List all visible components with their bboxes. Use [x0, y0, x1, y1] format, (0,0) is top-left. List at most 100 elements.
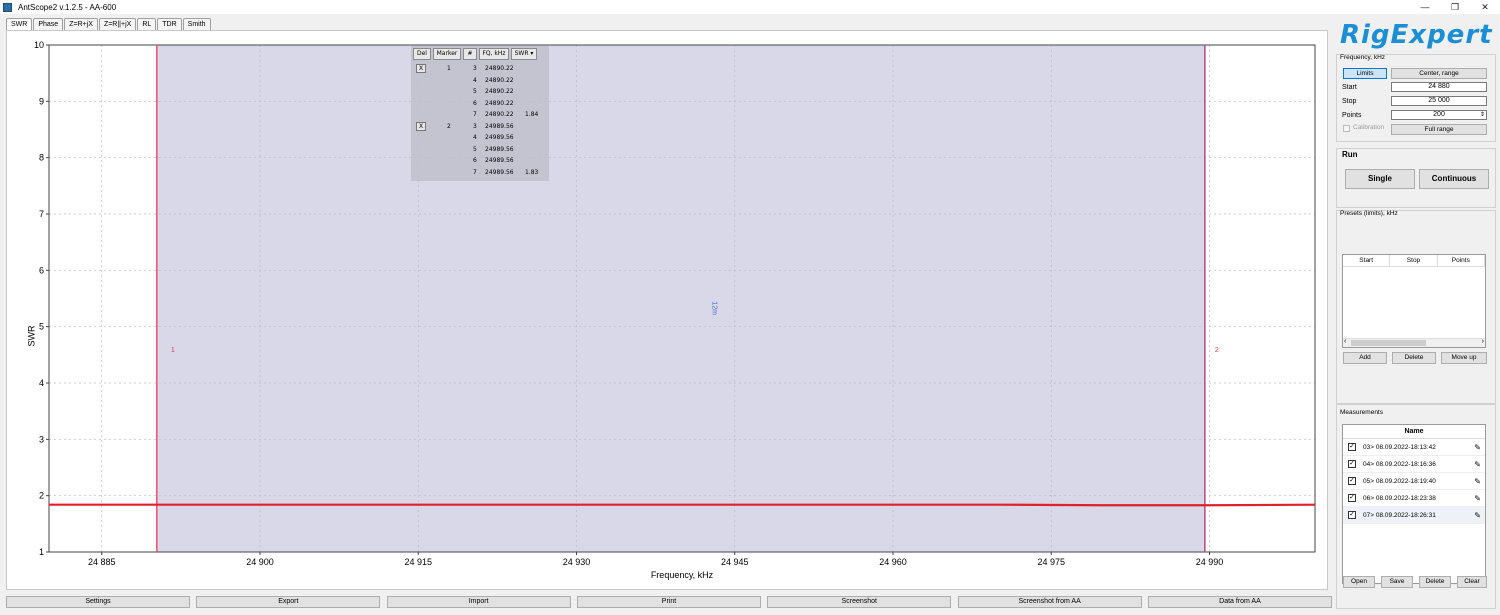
- marker-table-row: 6 24890.22: [411, 98, 549, 109]
- band-region: [156, 45, 1205, 552]
- tab-z-series[interactable]: Z=R+jX: [64, 18, 98, 30]
- preset-add-button[interactable]: Add: [1343, 352, 1387, 364]
- measurement-checkbox[interactable]: ✓: [1348, 511, 1356, 519]
- measurement-delete-button[interactable]: Delete: [1419, 576, 1451, 588]
- calibration-checkbox[interactable]: [1343, 125, 1350, 132]
- full-range-button[interactable]: Full range: [1391, 124, 1487, 135]
- col-fq[interactable]: FQ, kHz: [479, 48, 509, 60]
- edit-pencil-icon[interactable]: ✎: [1474, 507, 1481, 524]
- x-tick-label: 24 945: [721, 557, 749, 567]
- y-tick-label: 5: [39, 322, 44, 332]
- marker-row-index: 6: [473, 157, 477, 164]
- measurement-item[interactable]: ✓ 03> 08.09.2022-18:13:42 ✎: [1343, 439, 1485, 456]
- measurement-clear-button[interactable]: Clear: [1457, 576, 1487, 588]
- measurement-item[interactable]: ✓ 07> 08.09.2022-18:26:31 ✎: [1343, 507, 1485, 524]
- y-tick-label: 2: [39, 491, 44, 501]
- marker-frequency: 24989.56: [485, 122, 514, 130]
- measurement-item[interactable]: ✓ 04> 08.09.2022-18:16:36 ✎: [1343, 456, 1485, 473]
- single-button[interactable]: Single: [1345, 169, 1415, 189]
- measurements-list[interactable]: Name ✓ 03> 08.09.2022-18:13:42 ✎ ✓ 04> 08.09…: [1342, 424, 1486, 584]
- marker-table-row: X 2 3 24989.56: [411, 121, 549, 132]
- presets-horizontal-scrollbar[interactable]: ‹ ›: [1343, 338, 1485, 347]
- print-button[interactable]: Print: [576, 596, 761, 608]
- stop-input[interactable]: 25 000: [1391, 96, 1487, 106]
- measurement-open-button[interactable]: Open: [1343, 576, 1375, 588]
- measurement-name: 03> 08.09.2022-18:13:42: [1363, 444, 1436, 451]
- measurement-item[interactable]: ✓ 06> 08.09.2022-18:23:38 ✎: [1343, 490, 1485, 507]
- measurements-group-label: Measurements: [1340, 409, 1383, 416]
- marker-table-row: 7 24890.22 1.84: [411, 109, 549, 120]
- edit-pencil-icon[interactable]: ✎: [1474, 473, 1481, 490]
- measurement-checkbox[interactable]: ✓: [1348, 477, 1356, 485]
- tab-tdr[interactable]: TDR: [157, 18, 182, 30]
- y-tick-label: 8: [39, 153, 44, 163]
- col-marker[interactable]: Marker: [433, 48, 461, 60]
- tab-swr[interactable]: SWR: [6, 18, 33, 30]
- scroll-left-icon[interactable]: ‹: [1344, 338, 1346, 345]
- marker-table-row: 5 24890.22: [411, 86, 549, 97]
- points-spinbox[interactable]: 200 ⇕: [1391, 110, 1487, 120]
- settings-button[interactable]: Settings: [6, 596, 190, 608]
- tab-phase[interactable]: Phase: [33, 18, 64, 30]
- marker-frequency: 24890.22: [485, 99, 514, 107]
- preset-move-up-button[interactable]: Move up: [1441, 352, 1487, 364]
- y-tick-label: 10: [34, 40, 44, 50]
- x-tick-label: 24 885: [88, 557, 116, 567]
- tab-smith[interactable]: Smith: [182, 18, 211, 30]
- spin-arrows-icon[interactable]: ⇕: [1480, 111, 1485, 119]
- swr-chart[interactable]: 1 2 3 4 5 6 7 8 9 10 24 885 24 900 24 915 24 930 24 94…: [7, 31, 1327, 589]
- preset-delete-button[interactable]: Delete: [1392, 352, 1436, 364]
- data-from-aa-button[interactable]: Data from AA: [1147, 596, 1332, 608]
- limits-button[interactable]: Limits: [1343, 68, 1387, 79]
- scroll-thumb[interactable]: [1351, 340, 1426, 346]
- delete-marker-button[interactable]: X: [416, 121, 426, 131]
- measurement-item[interactable]: ✓ 05> 08.09.2022-18:19:40 ✎: [1343, 473, 1485, 490]
- y-tick-label: 7: [39, 209, 44, 219]
- presets-col-points[interactable]: Points: [1438, 255, 1485, 266]
- marker-row-index: 7: [473, 168, 477, 176]
- maximize-button[interactable]: ❐: [1440, 0, 1470, 14]
- presets-col-stop[interactable]: Stop: [1390, 255, 1438, 266]
- screenshot-button[interactable]: Screenshot: [767, 596, 952, 608]
- measurement-name: 04> 08.09.2022-18:16:36: [1363, 461, 1436, 468]
- col-swr-select[interactable]: SWR ▾: [511, 48, 537, 60]
- measurements-col-name[interactable]: Name: [1343, 425, 1485, 439]
- edit-pencil-icon[interactable]: ✎: [1474, 490, 1481, 507]
- bottom-toolbar: Settings Export Import Print Screenshot …: [6, 596, 1332, 608]
- y-tick-label: 3: [39, 434, 44, 444]
- screenshot-from-aa-button[interactable]: Screenshot from AA: [957, 596, 1142, 608]
- start-input[interactable]: 24 880: [1391, 82, 1487, 92]
- col-del[interactable]: Del: [413, 48, 431, 60]
- delete-marker-button[interactable]: X: [416, 64, 426, 73]
- marker-row-index: 4: [473, 134, 477, 141]
- import-button[interactable]: Import: [386, 596, 571, 608]
- marker-frequency: 24890.22: [485, 111, 514, 118]
- marker-table[interactable]: Del Marker # FQ, kHz SWR ▾ X 1 3 24890.22 4 2…: [411, 46, 549, 181]
- measurement-checkbox[interactable]: ✓: [1348, 443, 1356, 451]
- export-button[interactable]: Export: [196, 596, 381, 608]
- tab-rl[interactable]: RL: [137, 18, 157, 30]
- measurement-save-button[interactable]: Save: [1381, 576, 1413, 588]
- marker-table-row: X 1 3 24890.22: [411, 63, 549, 74]
- edit-pencil-icon[interactable]: ✎: [1474, 439, 1481, 456]
- edit-pencil-icon[interactable]: ✎: [1474, 456, 1481, 473]
- scroll-right-icon[interactable]: ›: [1482, 338, 1484, 345]
- continuous-button[interactable]: Continuous: [1419, 169, 1489, 189]
- presets-list[interactable]: Start Stop Points ‹ ›: [1342, 254, 1486, 348]
- measurement-checkbox[interactable]: ✓: [1348, 460, 1356, 468]
- swr-chart-area[interactable]: 1 2 3 4 5 6 7 8 9 10 24 885 24 900 24 915 24 930 24 94…: [6, 30, 1328, 590]
- presets-col-start[interactable]: Start: [1343, 255, 1391, 266]
- x-tick-label: 24 930: [563, 557, 591, 567]
- tab-z-parallel[interactable]: Z=R||+jX: [98, 18, 137, 30]
- measurement-checkbox[interactable]: ✓: [1348, 494, 1356, 502]
- col-num[interactable]: #: [463, 48, 477, 60]
- center-range-button[interactable]: Center, range: [1391, 68, 1487, 79]
- points-value: 200: [1433, 111, 1445, 118]
- close-button[interactable]: ✕: [1470, 0, 1500, 14]
- minimize-button[interactable]: —: [1410, 0, 1440, 14]
- marker-row-index: 5: [473, 88, 477, 95]
- points-label: Points: [1342, 112, 1362, 119]
- x-tick-label: 24 975: [1037, 557, 1065, 567]
- marker-frequency: 24890.22: [485, 76, 514, 84]
- x-tick-label: 24 900: [246, 557, 274, 567]
